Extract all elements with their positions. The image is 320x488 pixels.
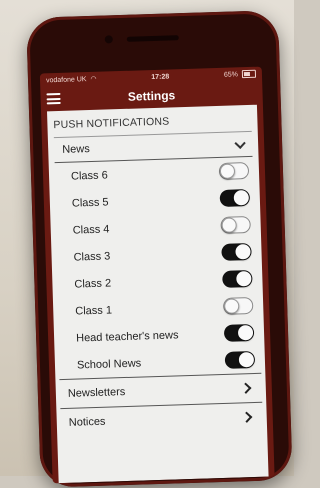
chevron-down-icon xyxy=(234,137,246,149)
settings-panel: PUSH NOTIFICATIONS News Class 6 Class 5 Cl… xyxy=(47,104,269,484)
subscription-toggle[interactable] xyxy=(221,242,252,261)
subscription-toggle[interactable] xyxy=(223,323,255,342)
subscription-label: Head teacher's news xyxy=(75,328,179,345)
subscription-toggle[interactable] xyxy=(218,162,250,180)
subscription-toggle[interactable] xyxy=(220,216,251,234)
toggle-knob xyxy=(219,163,236,179)
settings-link-row[interactable]: Notices xyxy=(60,401,264,438)
subscription-label: Class 4 xyxy=(72,222,110,237)
subscription-label: Class 3 xyxy=(73,249,111,264)
subscription-toggle[interactable] xyxy=(224,350,256,369)
toggle-knob xyxy=(223,298,240,314)
subscription-toggle[interactable] xyxy=(219,189,251,207)
front-camera xyxy=(104,35,113,44)
battery-percent: 65% xyxy=(223,70,239,79)
subscription-label: Class 2 xyxy=(74,276,112,291)
subscription-toggle[interactable] xyxy=(222,269,253,288)
wifi-icon: ◠ xyxy=(90,75,97,83)
earpiece xyxy=(126,35,179,42)
phone: vodafone UK ◠ 17:28 65% Settings PUSH NO… xyxy=(26,10,293,488)
toggle-knob xyxy=(236,271,252,287)
subscription-toggle[interactable] xyxy=(222,296,254,315)
chevron-right-icon xyxy=(240,382,252,394)
chevron-right-icon xyxy=(241,411,253,423)
subscription-label: Class 6 xyxy=(70,168,108,183)
toggle-knob xyxy=(221,217,237,233)
toggle-knob xyxy=(237,324,254,341)
subscription-label: Class 1 xyxy=(75,303,113,318)
hamburger-menu-icon[interactable] xyxy=(46,92,61,105)
toggle-knob xyxy=(235,244,251,260)
toggle-knob xyxy=(238,351,255,368)
page-title: Settings xyxy=(127,88,176,104)
battery-icon xyxy=(241,69,257,79)
settings-link-label: Newsletters xyxy=(67,386,126,400)
subscription-label: Class 5 xyxy=(71,195,109,210)
phone-screen: vodafone UK ◠ 17:28 65% Settings PUSH NO… xyxy=(39,66,275,484)
toggle-knob xyxy=(233,190,250,206)
status-time: 17:28 xyxy=(151,72,170,81)
subscription-label: School News xyxy=(76,357,142,372)
bottom-list: Newsletters Notices xyxy=(55,372,267,438)
subscription-list: Class 6 Class 5 Class 4 Class 3 Class 2 Class… xyxy=(49,157,266,379)
carrier-label: vodafone UK xyxy=(45,75,87,84)
settings-link-label: Notices xyxy=(68,415,106,429)
news-group-label: News xyxy=(62,143,90,156)
